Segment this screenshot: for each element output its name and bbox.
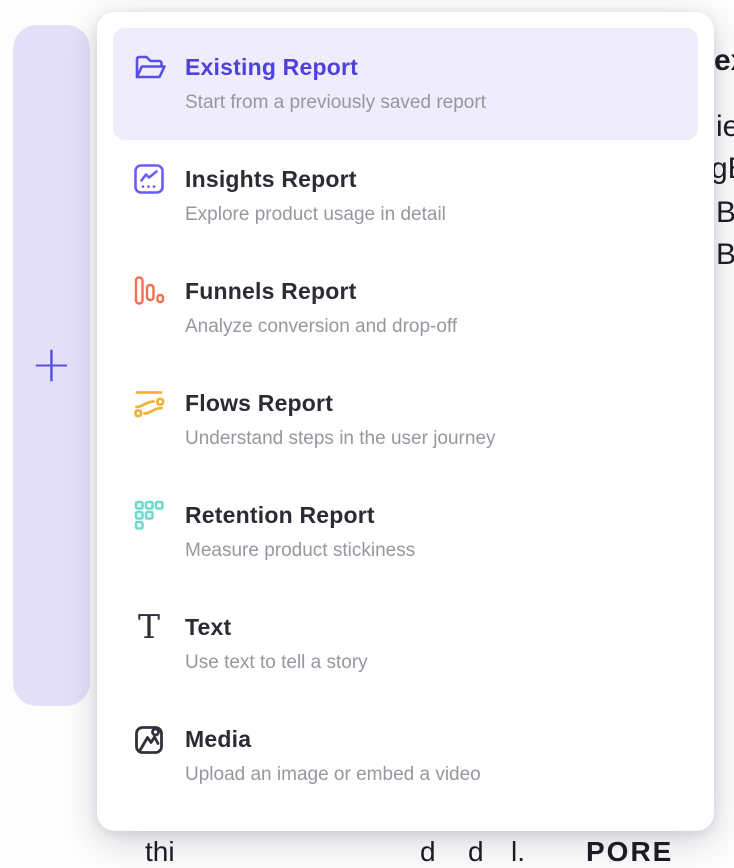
menu-item-subtitle: Explore product usage in detail: [185, 202, 446, 228]
add-report-menu: Existing Report Start from a previously …: [97, 12, 714, 831]
menu-item-subtitle: Understand steps in the user journey: [185, 426, 496, 452]
background-text-fragment: gB: [711, 152, 734, 186]
menu-item-texts: Text Use text to tell a story: [185, 612, 368, 700]
text-icon: T: [131, 609, 167, 645]
plus-icon: +: [31, 339, 73, 389]
menu-item-subtitle: Analyze conversion and drop-off: [185, 314, 457, 340]
background-text-fragment: d: [468, 836, 484, 868]
menu-item-title: Flows Report: [185, 388, 496, 418]
flows-icon: [131, 385, 167, 421]
menu-item-texts: Funnels Report Analyze conversion and dr…: [185, 276, 457, 364]
funnel-bars-icon: [131, 273, 167, 309]
menu-item-texts: Existing Report Start from a previously …: [185, 52, 486, 140]
background-text-fragment: B: [716, 196, 734, 230]
menu-item-title: Existing Report: [185, 52, 486, 82]
background-text-fragment: ex: [714, 44, 734, 78]
menu-item-subtitle: Measure product stickiness: [185, 538, 415, 564]
menu-item-subtitle: Use text to tell a story: [185, 650, 368, 676]
menu-item-insights-report[interactable]: Insights Report Explore product usage in…: [113, 140, 698, 252]
menu-item-flows-report[interactable]: Flows Report Understand steps in the use…: [113, 364, 698, 476]
menu-item-texts: Retention Report Measure product stickin…: [185, 500, 415, 588]
background-text-fragment: thi: [145, 836, 175, 868]
menu-item-subtitle: Start from a previously saved report: [185, 90, 486, 116]
menu-item-retention-report[interactable]: Retention Report Measure product stickin…: [113, 476, 698, 588]
background-text-fragment: d: [420, 836, 436, 868]
menu-item-title: Insights Report: [185, 164, 446, 194]
menu-item-subtitle: Upload an image or embed a video: [185, 762, 481, 788]
background-text-fragment: ie: [716, 110, 734, 144]
background-text-fragment: PORE: [586, 836, 673, 868]
retention-grid-icon: [131, 497, 167, 533]
menu-item-title: Funnels Report: [185, 276, 457, 306]
menu-item-texts: Flows Report Understand steps in the use…: [185, 388, 496, 476]
background-text-fragment: l.: [511, 836, 525, 868]
background-bottom-text: thi d d l. PORE: [0, 836, 734, 848]
media-image-icon: [131, 721, 167, 757]
menu-item-title: Media: [185, 724, 481, 754]
folder-open-icon: [131, 49, 167, 85]
line-chart-icon: [131, 161, 167, 197]
menu-item-title: Text: [185, 612, 368, 642]
menu-item-title: Retention Report: [185, 500, 415, 530]
add-content-rail[interactable]: +: [13, 25, 90, 706]
menu-item-existing-report[interactable]: Existing Report Start from a previously …: [113, 28, 698, 140]
menu-item-texts: Insights Report Explore product usage in…: [185, 164, 446, 252]
menu-item-funnels-report[interactable]: Funnels Report Analyze conversion and dr…: [113, 252, 698, 364]
menu-item-text[interactable]: T Text Use text to tell a story: [113, 588, 698, 700]
menu-item-media[interactable]: Media Upload an image or embed a video: [113, 700, 698, 812]
background-text-fragment: B: [716, 238, 734, 272]
menu-item-texts: Media Upload an image or embed a video: [185, 724, 481, 812]
